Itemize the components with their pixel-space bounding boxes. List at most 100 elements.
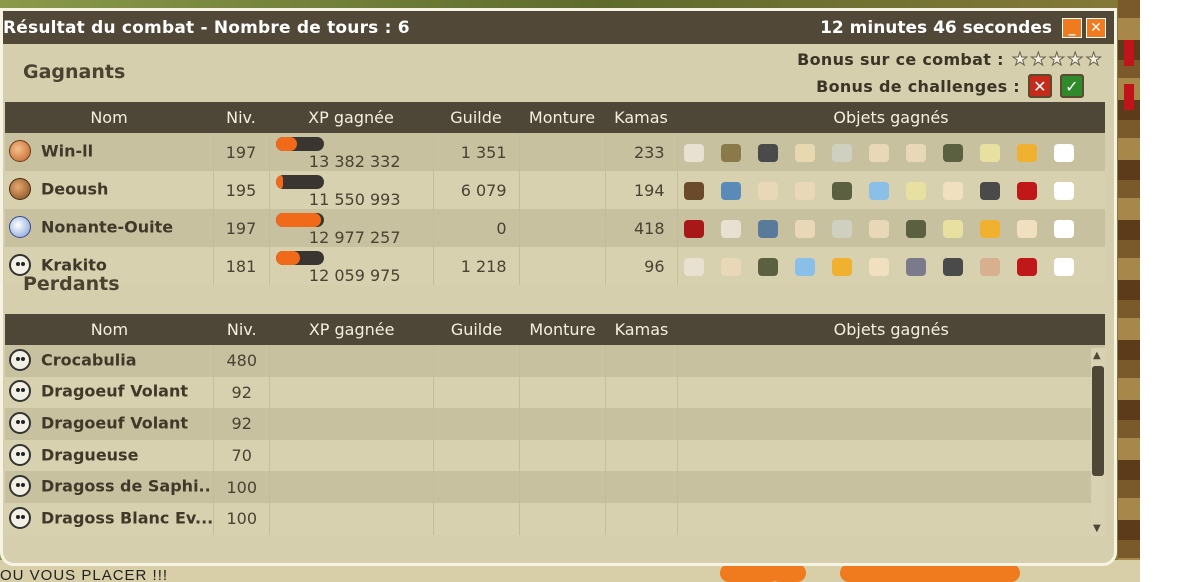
item-icon[interactable]	[1053, 143, 1074, 162]
monster-name[interactable]: Dragueuse	[5, 439, 215, 472]
scroll-thumb[interactable]	[1092, 366, 1104, 476]
table-row[interactable]: Dragoeuf Volant 92	[5, 376, 1105, 409]
monster-name[interactable]: Crocabulia	[5, 345, 215, 377]
table-row[interactable]: Nonante-Ouite 197 12 977 257 0 418	[5, 209, 1105, 247]
item-icon[interactable]	[720, 219, 741, 238]
item-icon[interactable]	[905, 143, 926, 162]
player-name[interactable]: Deoush	[5, 171, 214, 209]
item-icon[interactable]	[942, 143, 963, 162]
item-icon[interactable]	[720, 143, 741, 162]
item-icon[interactable]	[868, 143, 889, 162]
xp-progress-fill	[275, 136, 298, 151]
side-marker	[1124, 84, 1134, 110]
item-icon[interactable]	[868, 219, 889, 238]
player-name[interactable]: Win-ll	[5, 133, 214, 171]
column-header[interactable]: XP gagnée	[269, 102, 433, 133]
item-icon[interactable]	[905, 181, 926, 200]
mount-xp	[519, 133, 606, 171]
column-header[interactable]: Nom	[5, 102, 213, 133]
table-row[interactable]: Dragueuse 70	[5, 439, 1105, 472]
kamas-cell	[605, 376, 678, 409]
item-icon[interactable]	[794, 181, 815, 200]
column-header[interactable]: Objets gagnés	[677, 102, 1105, 133]
mount-xp	[519, 247, 606, 285]
item-icon[interactable]	[720, 257, 741, 276]
monster-name[interactable]: Dragoeuf Volant	[5, 408, 215, 440]
table-row[interactable]: Crocabulia 480	[5, 345, 1105, 377]
item-icon[interactable]	[979, 219, 1000, 238]
item-icon[interactable]	[831, 181, 852, 200]
item-icon[interactable]	[1016, 219, 1037, 238]
item-icon[interactable]	[868, 257, 889, 276]
column-header[interactable]: Niv.	[213, 102, 269, 133]
column-header[interactable]: XP gagnée	[269, 314, 434, 345]
column-header[interactable]: Kamas	[605, 102, 677, 133]
kamas-cell	[605, 408, 678, 440]
column-header[interactable]: Nom	[5, 314, 214, 345]
item-icon[interactable]	[905, 219, 926, 238]
item-icon[interactable]	[757, 143, 778, 162]
losers-scrollbar[interactable]: ▲ ▼	[1091, 348, 1105, 536]
scroll-down-icon[interactable]: ▼	[1093, 523, 1101, 534]
xp-progress-fill	[275, 174, 283, 189]
table-row[interactable]: Dragoss de Saphi.. 100	[5, 471, 1105, 503]
item-icon[interactable]	[979, 181, 1000, 200]
bottom-button[interactable]	[840, 564, 1020, 582]
item-icon[interactable]	[794, 257, 815, 276]
minimize-button[interactable]: _	[1062, 18, 1082, 38]
item-icon[interactable]	[979, 257, 1000, 276]
item-icon[interactable]	[794, 143, 815, 162]
table-row[interactable]: Krakito 181 12 059 975 1 218 96	[5, 247, 1105, 285]
item-icon[interactable]	[794, 219, 815, 238]
table-row[interactable]: Dragoeuf Volant 92	[5, 408, 1105, 440]
item-icon[interactable]	[683, 219, 704, 238]
item-icon[interactable]	[1016, 181, 1037, 200]
monster-name[interactable]: Dragoss de Saphi..	[5, 471, 215, 503]
item-icon[interactable]	[831, 219, 852, 238]
column-header[interactable]: Monture	[519, 314, 606, 345]
item-icon[interactable]	[1053, 181, 1074, 200]
bottom-button[interactable]	[770, 564, 806, 582]
item-icon[interactable]	[905, 257, 926, 276]
player-name[interactable]: Nonante-Ouite	[5, 209, 214, 247]
item-icon[interactable]	[1016, 257, 1037, 276]
item-icon[interactable]	[942, 181, 963, 200]
item-icon[interactable]	[979, 143, 1000, 162]
monster-level: 92	[213, 376, 271, 409]
item-icon[interactable]	[1053, 257, 1074, 276]
table-row[interactable]: Dragoss Blanc Ev... 100	[5, 502, 1105, 535]
player-name-label: Nonante-Ouite	[41, 217, 174, 237]
column-header[interactable]: Monture	[519, 102, 605, 133]
challenge-failed-icon[interactable]: ✕	[1028, 74, 1052, 98]
item-icon[interactable]	[683, 143, 704, 162]
column-header[interactable]: Kamas	[605, 314, 678, 345]
item-icon[interactable]	[683, 181, 704, 200]
item-icon[interactable]	[757, 181, 778, 200]
scroll-up-icon[interactable]: ▲	[1093, 350, 1101, 361]
item-icon[interactable]	[942, 257, 963, 276]
item-icon[interactable]	[868, 181, 889, 200]
monster-level: 480	[213, 345, 271, 377]
skull-icon	[9, 348, 31, 371]
table-row[interactable]: Deoush 195 11 550 993 6 079 194	[5, 171, 1105, 209]
column-header[interactable]: Guilde	[433, 102, 519, 133]
item-icon[interactable]	[1016, 143, 1037, 162]
column-header[interactable]: Objets gagnés	[677, 314, 1105, 345]
column-header[interactable]: Guilde	[433, 314, 520, 345]
monster-name[interactable]: Dragoss Blanc Ev...	[5, 502, 215, 535]
close-button[interactable]: ✕	[1086, 18, 1106, 38]
table-row[interactable]: Win-ll 197 13 382 332 1 351 233	[5, 133, 1105, 171]
item-icon[interactable]	[942, 219, 963, 238]
item-icon[interactable]	[757, 219, 778, 238]
monster-name-label: Crocabulia	[41, 350, 137, 370]
item-icon[interactable]	[831, 143, 852, 162]
item-icon[interactable]	[757, 257, 778, 276]
item-icon[interactable]	[1053, 219, 1074, 238]
item-icon[interactable]	[683, 257, 704, 276]
item-icon[interactable]	[831, 257, 852, 276]
monster-name[interactable]: Dragoeuf Volant	[5, 376, 215, 409]
column-header[interactable]: Niv.	[213, 314, 270, 345]
challenge-success-icon[interactable]: ✓	[1060, 74, 1084, 98]
item-icon[interactable]	[720, 181, 741, 200]
mount-xp	[519, 209, 606, 247]
